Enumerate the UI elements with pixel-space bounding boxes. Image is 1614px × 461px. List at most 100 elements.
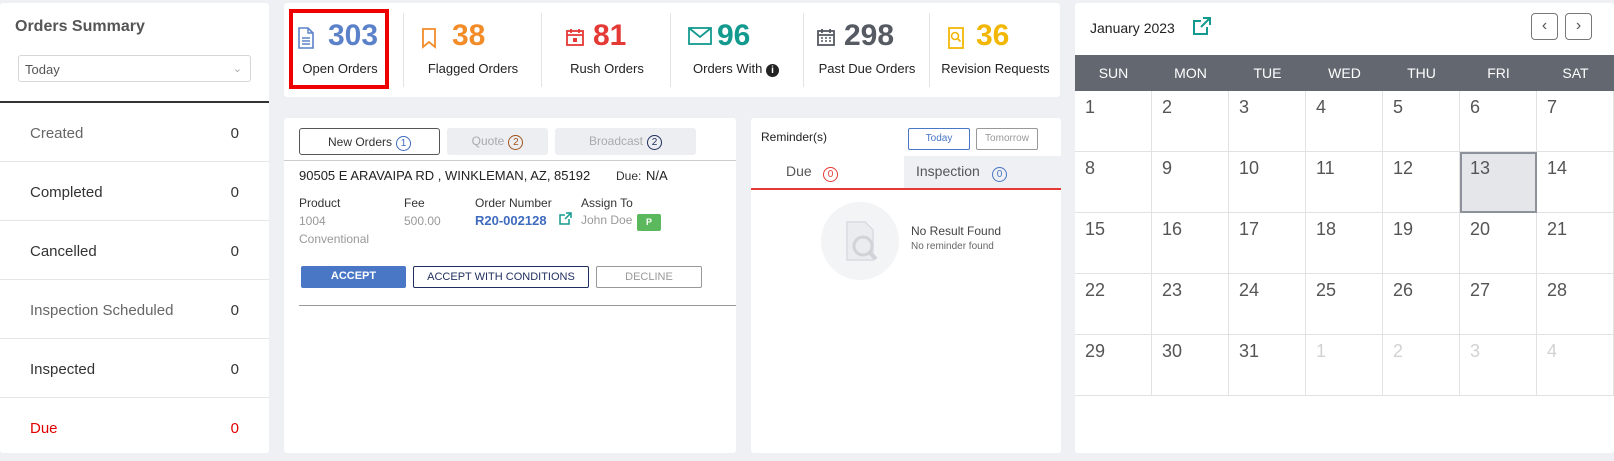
calendar-day[interactable]: 27 bbox=[1460, 274, 1537, 335]
stats-bar: 303 Open Orders 38 Flagged Orders 81 Rus… bbox=[284, 3, 1060, 97]
stat-past-due-orders[interactable]: 298 Past Due Orders bbox=[804, 3, 930, 97]
calendar-day-number: 15 bbox=[1085, 219, 1106, 239]
calendar-day-number: 19 bbox=[1393, 219, 1414, 239]
summary-row-due[interactable]: Due 0 bbox=[0, 398, 269, 457]
tab-broadcast[interactable]: Broadcast 2 bbox=[555, 128, 696, 155]
stat-label: Rush Orders bbox=[570, 61, 644, 76]
calendar-day[interactable]: 18 bbox=[1306, 213, 1383, 274]
calendar-day[interactable]: 2 bbox=[1383, 335, 1460, 396]
calendar-day-number: 31 bbox=[1239, 341, 1260, 361]
calendar-day[interactable]: 6 bbox=[1460, 91, 1537, 152]
summary-row-cancelled[interactable]: Cancelled 0 bbox=[0, 221, 269, 280]
summary-count: 0 bbox=[230, 125, 239, 142]
calendar-day-number: 25 bbox=[1316, 280, 1337, 300]
stat-label: Revision Requests bbox=[941, 61, 1050, 76]
calendar-alert-icon bbox=[565, 27, 585, 53]
calendar-day[interactable]: 26 bbox=[1383, 274, 1460, 335]
assign-value: John Doe bbox=[581, 213, 633, 227]
calendar-day[interactable]: 4 bbox=[1537, 335, 1614, 396]
calendar-day[interactable]: 5 bbox=[1383, 91, 1460, 152]
calendar-day[interactable]: 25 bbox=[1306, 274, 1383, 335]
search-document-icon bbox=[947, 27, 965, 55]
calendar-day-number: 29 bbox=[1085, 341, 1106, 361]
calendar-day-number: 5 bbox=[1393, 97, 1404, 117]
accept-button[interactable]: ACCEPT bbox=[301, 266, 406, 288]
calendar-day[interactable]: 3 bbox=[1229, 91, 1306, 152]
calendar-day[interactable]: 14 bbox=[1537, 152, 1614, 213]
summary-row-inspected[interactable]: Inspected 0 bbox=[0, 339, 269, 398]
summary-label: Created bbox=[30, 125, 84, 142]
stat-value: 36 bbox=[976, 19, 1010, 52]
bookmark-icon bbox=[421, 27, 437, 55]
summary-row-created[interactable]: Created 0 bbox=[0, 103, 269, 162]
calendar-day[interactable]: 9 bbox=[1152, 152, 1229, 213]
stat-open-orders[interactable]: 303 Open Orders bbox=[284, 3, 396, 97]
tab-new-orders[interactable]: New Orders 1 bbox=[299, 128, 440, 155]
calendar-day[interactable]: 22 bbox=[1075, 274, 1152, 335]
calendar-day[interactable]: 12 bbox=[1383, 152, 1460, 213]
external-link-icon[interactable] bbox=[1192, 16, 1212, 41]
calendar-prev-button[interactable]: ‹ bbox=[1531, 13, 1558, 40]
calendar-day[interactable]: 4 bbox=[1306, 91, 1383, 152]
product-value: 1004 bbox=[299, 214, 326, 228]
calendar-day[interactable]: 1 bbox=[1306, 335, 1383, 396]
stat-label: Flagged Orders bbox=[427, 61, 519, 76]
stat-separator bbox=[929, 13, 930, 87]
stat-orders-with[interactable]: 96 Orders With i bbox=[672, 3, 800, 97]
calendar-day[interactable]: 8 bbox=[1075, 152, 1152, 213]
calendar-day[interactable]: 19 bbox=[1383, 213, 1460, 274]
calendar-day-number: 27 bbox=[1470, 280, 1491, 300]
tab-inspection[interactable]: Inspection 0 bbox=[904, 156, 1061, 188]
stat-rush-orders[interactable]: 81 Rush Orders bbox=[546, 3, 668, 97]
calendar-day-number: 4 bbox=[1316, 97, 1327, 117]
order-number-link[interactable]: R20-002128 bbox=[475, 213, 547, 228]
calendar-day[interactable]: 15 bbox=[1075, 213, 1152, 274]
calendar-day[interactable]: 21 bbox=[1537, 213, 1614, 274]
summary-row-completed[interactable]: Completed 0 bbox=[0, 162, 269, 221]
calendar-day-number: 11 bbox=[1316, 158, 1335, 178]
tab-due[interactable]: Due 0 bbox=[751, 156, 904, 188]
orders-summary-panel: Orders Summary Today ⌄ Created 0 Complet… bbox=[0, 3, 269, 453]
weekday-label: TUE bbox=[1253, 65, 1282, 81]
tab-count: 0 bbox=[992, 167, 1007, 182]
calendar-day[interactable]: 7 bbox=[1537, 91, 1614, 152]
calendar-day[interactable]: 30 bbox=[1152, 335, 1229, 396]
today-button[interactable]: Today bbox=[908, 128, 970, 150]
stat-flagged-orders[interactable]: 38 Flagged Orders bbox=[407, 3, 539, 97]
calendar-day[interactable]: 13 bbox=[1460, 152, 1537, 213]
calendar-day[interactable]: 24 bbox=[1229, 274, 1306, 335]
assign-label: Assign To bbox=[581, 196, 633, 210]
calendar-next-button[interactable]: › bbox=[1565, 13, 1592, 40]
weekday-label: MON bbox=[1174, 65, 1207, 81]
accept-with-conditions-button[interactable]: ACCEPT WITH CONDITIONS bbox=[413, 266, 589, 288]
calendar-day[interactable]: 28 bbox=[1537, 274, 1614, 335]
calendar-day[interactable]: 11 bbox=[1306, 152, 1383, 213]
new-orders-panel: New Orders 1 Quote 2 Broadcast 2 90505 E AR… bbox=[284, 118, 736, 453]
calendar-day[interactable]: 20 bbox=[1460, 213, 1537, 274]
calendar-day-number: 26 bbox=[1393, 280, 1414, 300]
calendar-day[interactable]: 2 bbox=[1152, 91, 1229, 152]
tab-quote[interactable]: Quote 2 bbox=[447, 128, 548, 155]
summary-count: 0 bbox=[230, 243, 239, 260]
calendar-day[interactable]: 23 bbox=[1152, 274, 1229, 335]
order-number-label: Order Number bbox=[475, 196, 552, 210]
calendar-day[interactable]: 10 bbox=[1229, 152, 1306, 213]
calendar-day-number: 3 bbox=[1470, 341, 1481, 361]
period-select[interactable]: Today ⌄ bbox=[18, 55, 251, 82]
calendar-day[interactable]: 1 bbox=[1075, 91, 1152, 152]
info-icon[interactable]: i bbox=[765, 64, 779, 77]
calendar-day[interactable]: 17 bbox=[1229, 213, 1306, 274]
decline-button[interactable]: DECLINE bbox=[596, 266, 702, 288]
calendar-day[interactable]: 31 bbox=[1229, 335, 1306, 396]
tomorrow-button[interactable]: Tomorrow bbox=[976, 128, 1038, 150]
fee-label: Fee bbox=[404, 196, 425, 210]
tab-count: 2 bbox=[508, 135, 524, 150]
stat-revision-requests[interactable]: 36 Revision Requests bbox=[931, 3, 1060, 97]
calendar-day[interactable]: 29 bbox=[1075, 335, 1152, 396]
external-link-icon[interactable] bbox=[559, 212, 572, 228]
summary-row-inspection-scheduled[interactable]: Inspection Scheduled 0 bbox=[0, 280, 269, 339]
tab-count: 1 bbox=[396, 136, 411, 151]
calendar-day[interactable]: 3 bbox=[1460, 335, 1537, 396]
weekday-label: SAT bbox=[1562, 65, 1589, 81]
calendar-day[interactable]: 16 bbox=[1152, 213, 1229, 274]
